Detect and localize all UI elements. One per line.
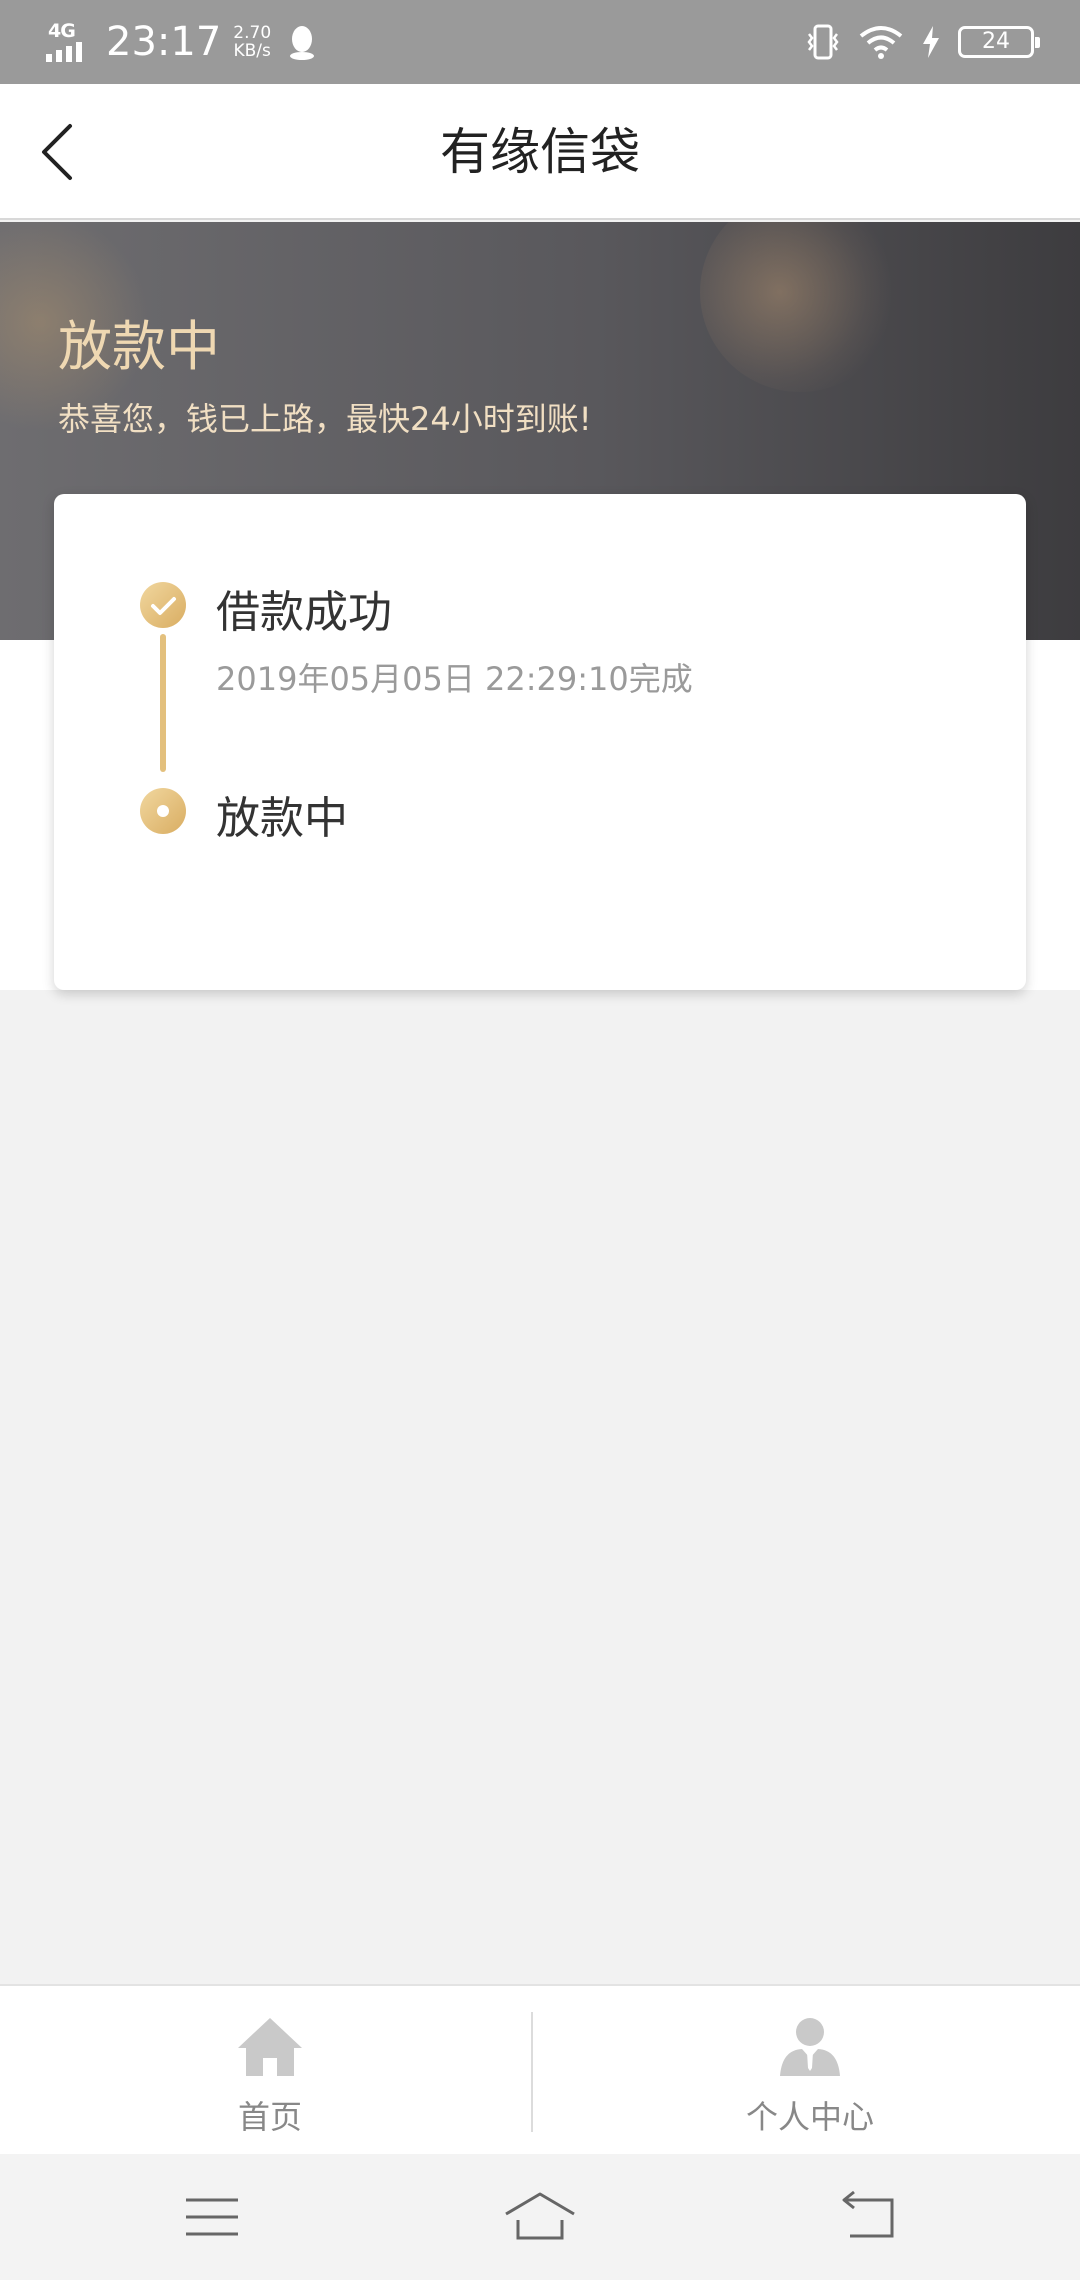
step-title: 借款成功 (216, 587, 392, 638)
signal-icon: 4G (46, 20, 96, 64)
vibrate-icon (807, 24, 839, 60)
status-time: 23:17 (106, 19, 222, 65)
wifi-icon (859, 26, 903, 59)
nav-bar: 有缘信袋 (0, 84, 1080, 220)
banner-title: 放款中 (58, 315, 220, 378)
progress-card: 借款成功 2019年05月05日 22:29:10完成 放款中 (54, 494, 1026, 990)
step-completed-icon (140, 582, 186, 628)
tab-divider (531, 2012, 533, 2132)
tab-bar: 首页 个人中心 (0, 1984, 1080, 2154)
charging-icon (923, 26, 939, 58)
tab-label: 个人中心 (745, 2098, 874, 2136)
qq-icon (290, 26, 315, 60)
step-title: 放款中 (216, 793, 348, 844)
tab-home[interactable]: 首页 (0, 1986, 540, 2156)
timeline-connector (160, 634, 166, 772)
network-speed: 2.70 KB/s (233, 24, 271, 60)
network-speed-value: 2.70 (233, 23, 272, 43)
system-navigation-bar (0, 2154, 1080, 2280)
banner-subtitle: 恭喜您，钱已上路，最快24小时到账! (58, 400, 592, 438)
step-current-icon (140, 788, 186, 834)
decorative-orb (700, 222, 900, 392)
menu-icon[interactable] (182, 2190, 242, 2244)
page-title: 有缘信袋 (440, 123, 640, 181)
user-icon (780, 2018, 840, 2076)
battery-indicator: 24 (958, 26, 1040, 58)
back-icon[interactable] (840, 2190, 900, 2244)
tab-label: 首页 (237, 2098, 302, 2136)
home-outline-icon[interactable] (504, 2190, 576, 2244)
home-icon (238, 2018, 302, 2076)
network-speed-unit: KB/s (233, 41, 271, 61)
step-time: 2019年05月05日 22:29:10完成 (216, 660, 693, 698)
tab-profile[interactable]: 个人中心 (540, 1986, 1080, 2156)
network-type: 4G (48, 20, 76, 42)
status-bar: 4G 23:17 2.70 KB/s 24 (0, 0, 1080, 84)
